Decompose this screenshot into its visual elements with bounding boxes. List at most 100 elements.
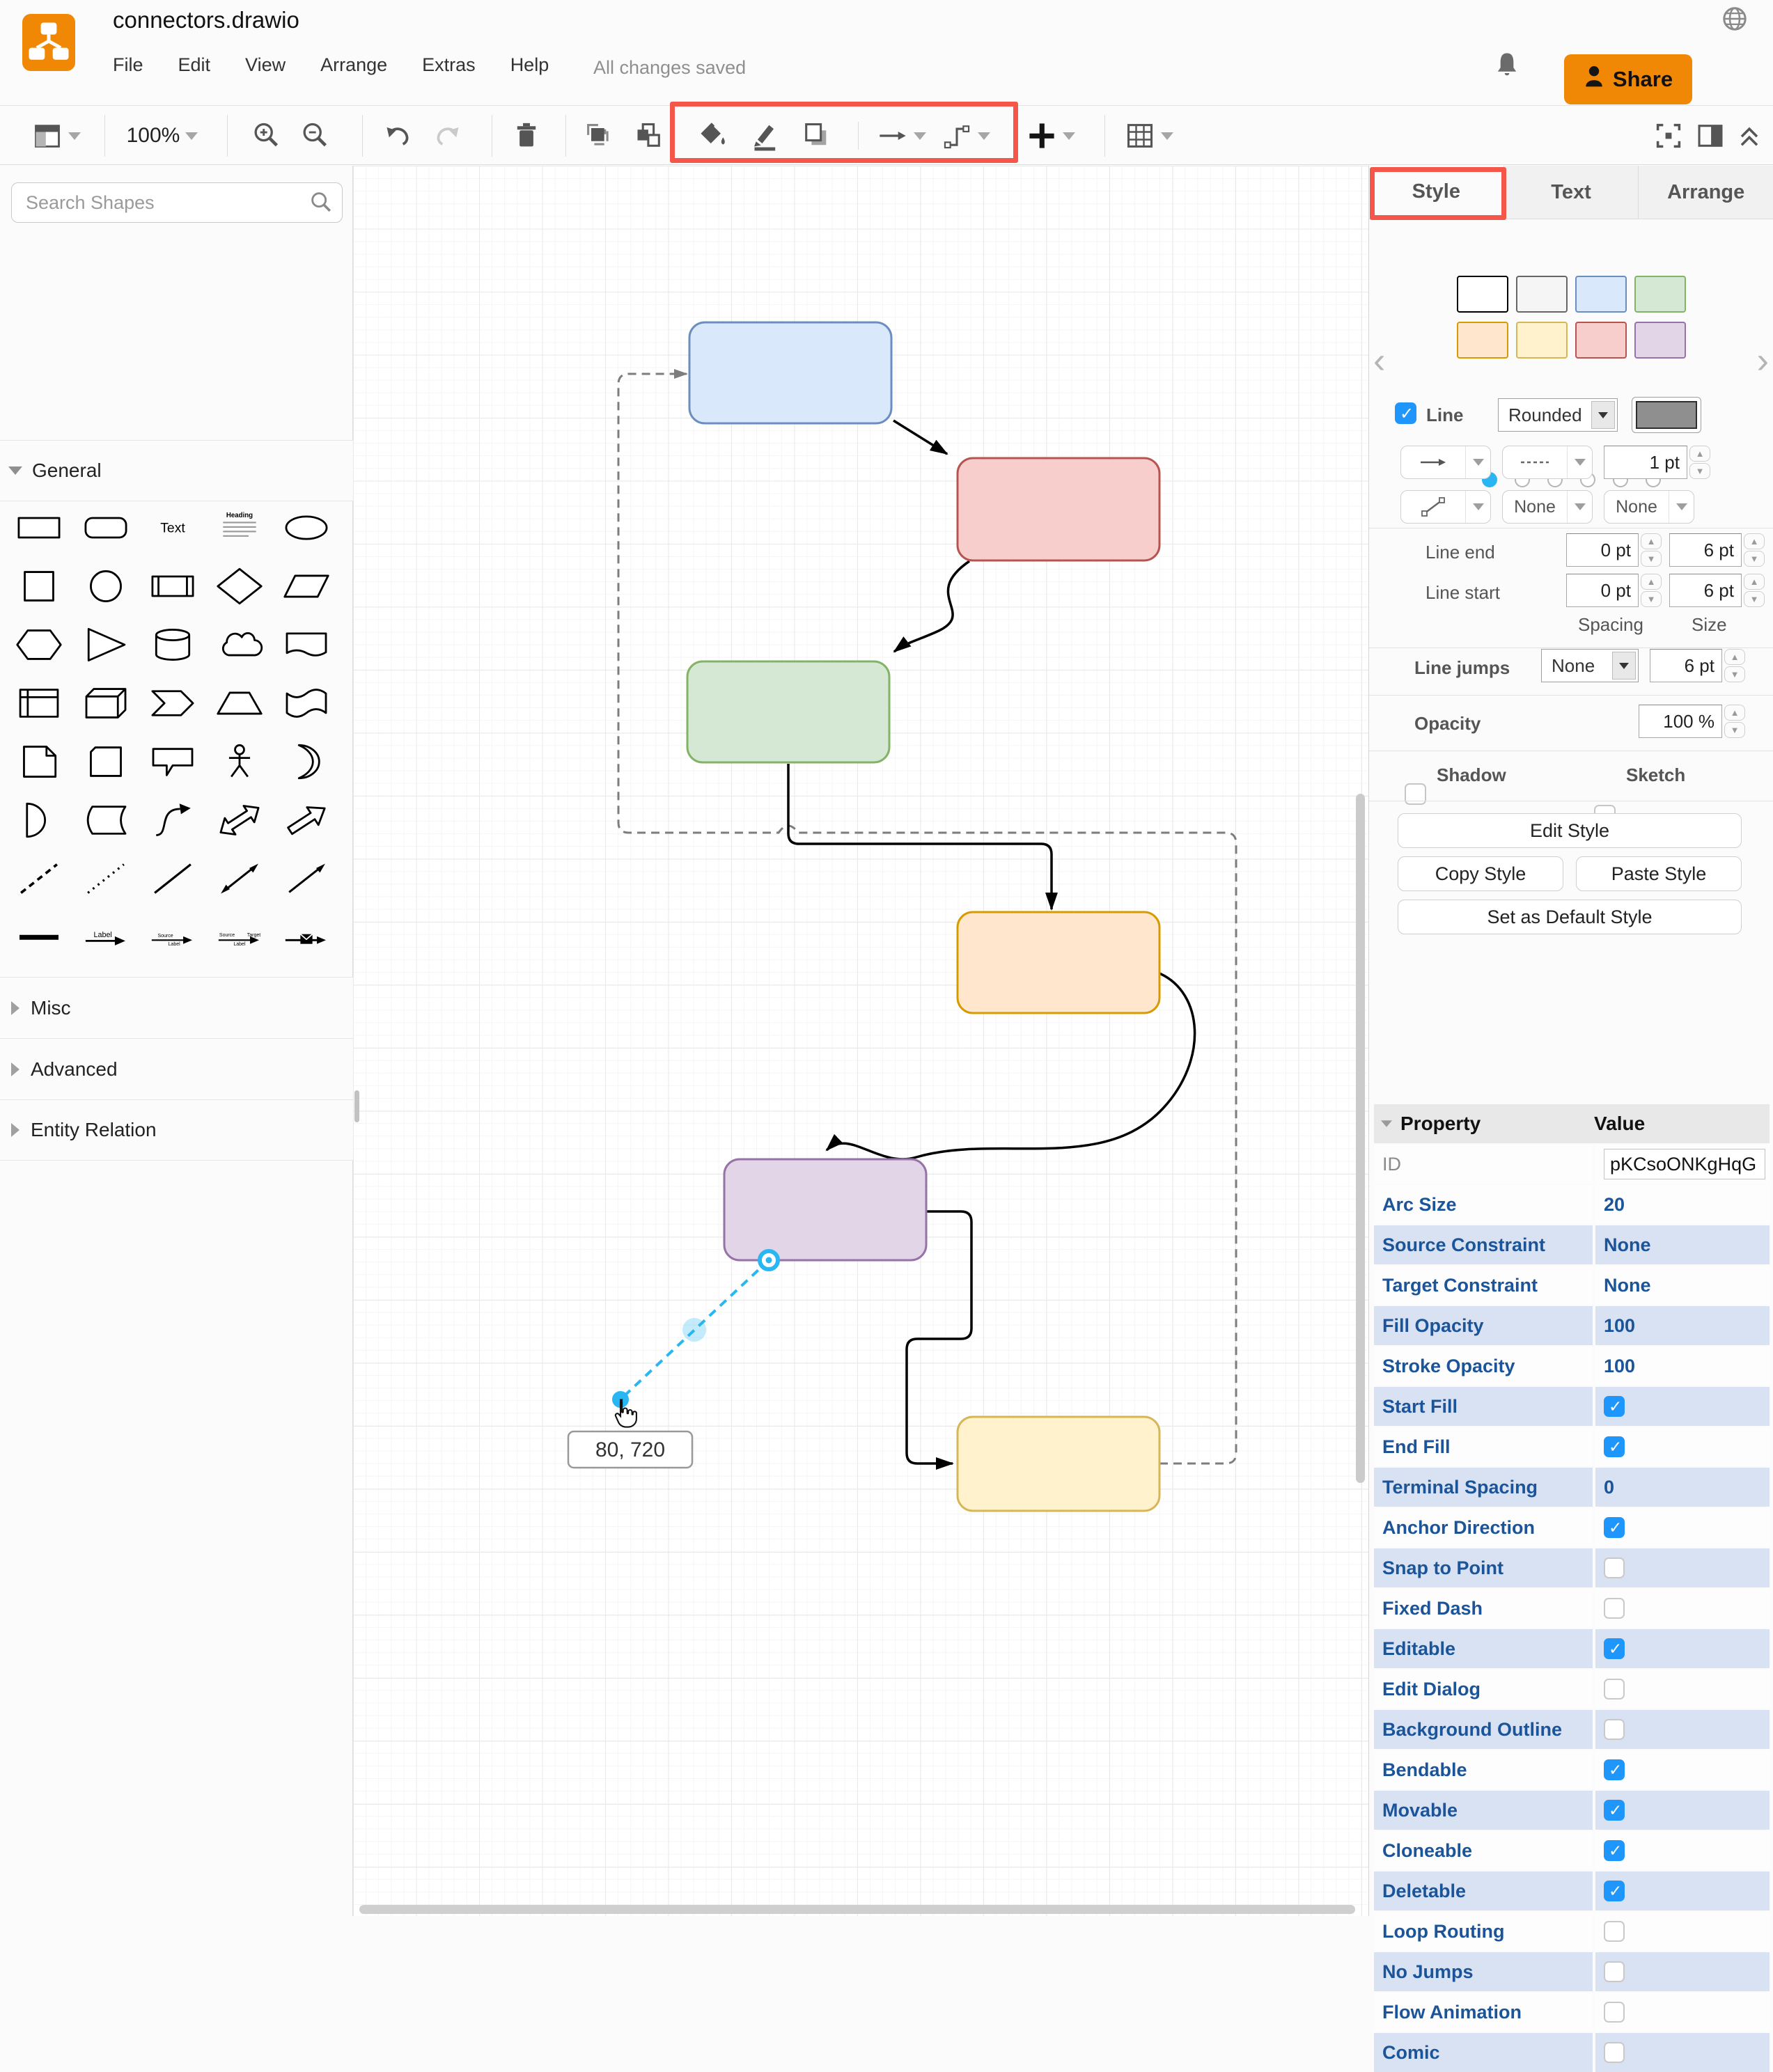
shape-circle[interactable] (72, 557, 139, 615)
shape-step[interactable] (139, 674, 206, 732)
sidebar-section-entity-relation[interactable]: Entity Relation (0, 1099, 353, 1161)
property-row-id[interactable]: ID pKCsoONKgHqG (1374, 1145, 1770, 1184)
tab-text[interactable]: Text (1504, 166, 1639, 219)
edge-midpoint-handle[interactable] (682, 1318, 706, 1342)
property-checkbox[interactable] (1604, 1840, 1625, 1861)
property-row-fill-opacity[interactable]: Fill Opacity 100 (1374, 1306, 1770, 1345)
shape-cloud[interactable] (206, 615, 273, 674)
property-checkbox[interactable] (1604, 1517, 1625, 1538)
style-swatch-3[interactable] (1575, 276, 1627, 313)
shape-parallelogram[interactable] (273, 557, 340, 615)
toolbar-shadow-button[interactable] (799, 116, 833, 155)
property-row-fixed-dash[interactable]: Fixed Dash (1374, 1589, 1770, 1628)
toolbar-undo-button[interactable] (382, 116, 415, 155)
menu-item-extras[interactable]: Extras (422, 54, 476, 76)
line-start-size-stepper[interactable]: 6 pt ▲ ▼ (1669, 574, 1765, 607)
toolbar-connection-button[interactable] (875, 116, 929, 155)
menu-item-view[interactable]: View (245, 54, 286, 76)
stepper-down-icon[interactable]: ▼ (1689, 463, 1710, 479)
property-row-anchor-direction[interactable]: Anchor Direction (1374, 1508, 1770, 1547)
shape-connection-source-target[interactable]: Source Label Target (206, 908, 273, 966)
property-checkbox[interactable] (1604, 1557, 1625, 1578)
node-orange[interactable] (956, 911, 1161, 1014)
shape-and[interactable] (6, 791, 72, 849)
property-row-flow-animation[interactable]: Flow Animation (1374, 1993, 1770, 2032)
property-row-background-outline[interactable]: Background Outline (1374, 1710, 1770, 1749)
node-blue[interactable] (688, 321, 893, 425)
toolbar-waypoints-button[interactable] (939, 116, 993, 155)
property-row-movable[interactable]: Movable (1374, 1791, 1770, 1830)
toolbar-delete-button[interactable] (510, 116, 543, 155)
property-checkbox[interactable] (1604, 1759, 1625, 1780)
toolbar-collapse-button[interactable] (1733, 116, 1766, 155)
property-checkbox[interactable] (1604, 1638, 1625, 1659)
notification-bell-icon[interactable] (1492, 50, 1522, 81)
search-input[interactable] (11, 182, 343, 223)
toolbar-line-color-button[interactable] (749, 116, 783, 155)
shape-textbox[interactable]: Heading (206, 499, 273, 557)
tab-style[interactable]: Style (1369, 166, 1504, 219)
edge-green-orange[interactable] (787, 764, 1058, 911)
sidebar-section-advanced[interactable]: Advanced (0, 1038, 353, 1099)
style-swatch-5[interactable] (1457, 322, 1508, 359)
style-swatch-2[interactable] (1516, 276, 1568, 313)
property-checkbox[interactable] (1604, 1921, 1625, 1942)
sidebar-section-general[interactable]: General (0, 440, 353, 501)
property-checkbox[interactable] (1604, 1598, 1625, 1619)
property-row-terminal-spacing[interactable]: Terminal Spacing 0 (1374, 1468, 1770, 1507)
shape-process[interactable] (139, 557, 206, 615)
toolbar-fill-color-button[interactable] (696, 116, 730, 155)
shape-callout[interactable] (139, 732, 206, 791)
shape-actor[interactable] (206, 732, 273, 791)
sidebar-resize-grip[interactable] (354, 1090, 359, 1122)
shape-rectangle[interactable] (6, 499, 72, 557)
tab-arrange[interactable]: Arrange (1639, 166, 1773, 219)
property-row-snap-to-point[interactable]: Snap to Point (1374, 1548, 1770, 1587)
style-swatch-8[interactable] (1634, 322, 1686, 359)
menu-item-edit[interactable]: Edit (178, 54, 211, 76)
shape-curve[interactable] (139, 791, 206, 849)
property-row-arc-size[interactable]: Arc Size 20 (1374, 1185, 1770, 1224)
toolbar-zoom-in-button[interactable] (249, 116, 283, 155)
shape-arrow[interactable] (273, 791, 340, 849)
property-row-cloneable[interactable]: Cloneable (1374, 1831, 1770, 1870)
canvas-vertical-scrollbar[interactable] (1356, 794, 1365, 1483)
connector-type-dropdown[interactable] (1400, 490, 1491, 524)
canvas-horizontal-scrollbar[interactable] (359, 1905, 1355, 1914)
shape-data-storage[interactable] (72, 791, 139, 849)
property-checkbox[interactable] (1604, 2002, 1625, 2023)
shape-card[interactable] (72, 732, 139, 791)
toolbar-view-layout-button[interactable] (28, 116, 85, 155)
style-swatch-6[interactable] (1516, 322, 1568, 359)
property-row-comic[interactable]: Comic (1374, 2033, 1770, 2072)
shape-square[interactable] (6, 557, 72, 615)
line-color-button[interactable] (1632, 397, 1701, 433)
set-default-style-button[interactable]: Set as Default Style (1398, 900, 1742, 934)
shape-cylinder[interactable] (139, 615, 206, 674)
property-row-stroke-opacity[interactable]: Stroke Opacity 100 (1374, 1347, 1770, 1386)
shape-note[interactable] (6, 732, 72, 791)
edit-style-button[interactable]: Edit Style (1398, 813, 1742, 848)
toolbar-zoom-level-button[interactable]: 100% (120, 116, 205, 155)
shape-connection-with-label[interactable]: Source Label (139, 908, 206, 966)
swatch-prev-icon[interactable]: ‹ (1373, 340, 1385, 382)
edge-blue-red[interactable] (893, 419, 948, 455)
shape-arrow-with-label[interactable]: Label (72, 908, 139, 966)
shadow-checkbox[interactable] (1405, 783, 1426, 805)
shape-line[interactable] (139, 849, 206, 908)
property-row-start-fill[interactable]: Start Fill (1374, 1387, 1770, 1426)
style-swatch-4[interactable] (1634, 276, 1686, 313)
shape-bidirectional-arrow[interactable] (206, 791, 273, 849)
property-checkbox[interactable] (1604, 1881, 1625, 1901)
share-button[interactable]: Share (1564, 54, 1692, 104)
shape-dotted-line[interactable] (72, 849, 139, 908)
toolbar-insert-button[interactable] (1025, 116, 1077, 155)
line-width-stepper[interactable]: 1 pt ▲ ▼ (1604, 446, 1710, 479)
shape-document[interactable] (273, 615, 340, 674)
property-checkbox[interactable] (1604, 1961, 1625, 1982)
style-swatch-1[interactable] (1457, 276, 1508, 313)
property-checkbox[interactable] (1604, 1719, 1625, 1740)
shape-diamond[interactable] (206, 557, 273, 615)
toolbar-to-back-button[interactable] (632, 116, 666, 155)
shape-rounded-rectangle[interactable] (72, 499, 139, 557)
